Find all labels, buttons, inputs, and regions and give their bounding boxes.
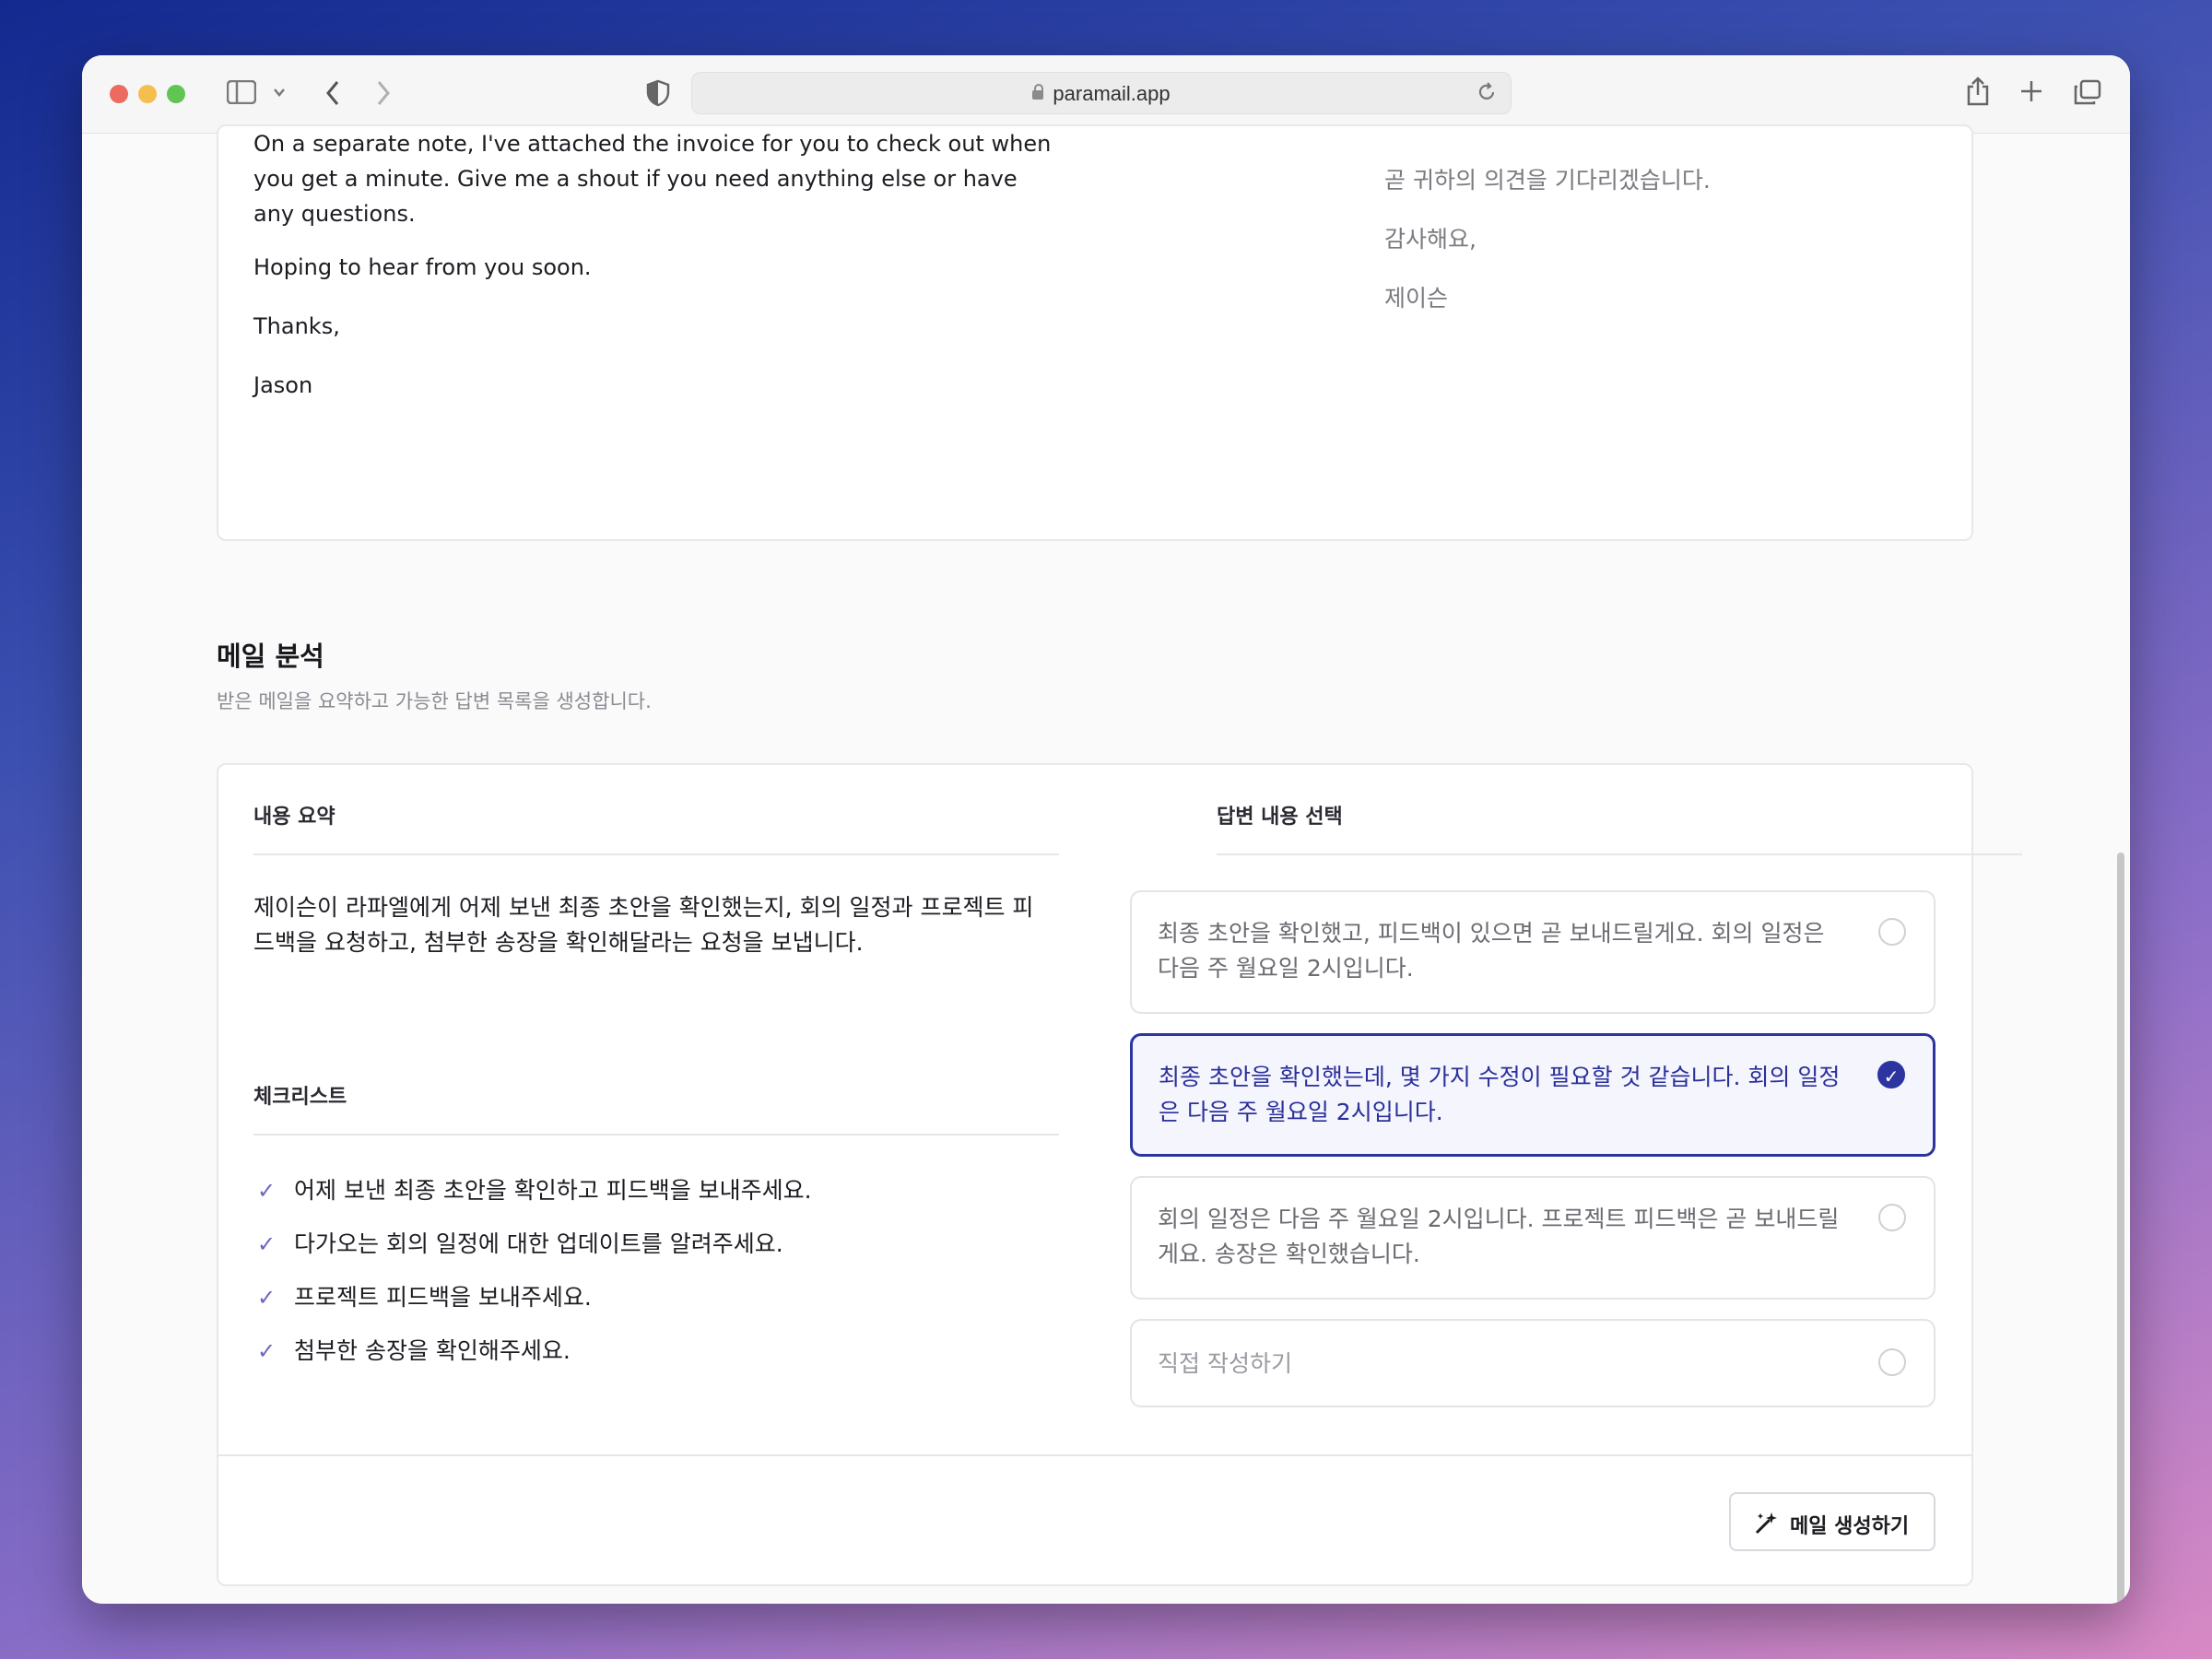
forward-icon[interactable] bbox=[374, 78, 393, 113]
page-content: On a separate note, I've attached the in… bbox=[82, 124, 2130, 1604]
checklist-divider bbox=[253, 1134, 1059, 1135]
checklist-item: ✓ 다가오는 회의 일정에 대한 업데이트를 알려주세요. bbox=[257, 1230, 783, 1257]
close-window-button[interactable] bbox=[110, 85, 128, 103]
check-icon: ✓ bbox=[257, 1178, 276, 1204]
magic-wand-icon bbox=[1753, 1511, 1779, 1542]
email-closing-line: Hoping to hear from you soon. bbox=[253, 254, 592, 280]
check-icon: ✓ bbox=[257, 1231, 276, 1257]
new-tab-icon[interactable] bbox=[2019, 79, 2043, 109]
browser-titlebar: paramail.app bbox=[82, 55, 2130, 134]
scrollbar[interactable] bbox=[2117, 853, 2124, 1604]
email-card: On a separate note, I've attached the in… bbox=[217, 124, 1973, 541]
summary-divider bbox=[253, 853, 1059, 855]
footer-divider bbox=[218, 1454, 1971, 1456]
reply-option[interactable]: 회의 일정은 다음 주 월요일 2시입니다. 프로젝트 피드백은 곧 보내드릴게… bbox=[1130, 1176, 1936, 1300]
generate-mail-button[interactable]: 메일 생성하기 bbox=[1729, 1492, 1936, 1551]
check-icon: ✓ bbox=[257, 1338, 276, 1364]
address-bar[interactable]: paramail.app bbox=[691, 72, 1512, 114]
radio-unselected-icon[interactable] bbox=[1878, 918, 1906, 946]
translated-line-2: 감사해요, bbox=[1384, 226, 1477, 253]
email-thanks: Thanks, bbox=[253, 313, 340, 339]
reply-option[interactable]: 최종 초안을 확인했고, 피드백이 있으면 곧 보내드릴게요. 회의 일정은 다… bbox=[1130, 890, 1936, 1014]
summary-text: 제이슨이 라파엘에게 어제 보낸 최종 초안을 확인했는지, 회의 일정과 프로… bbox=[253, 894, 1034, 956]
radio-unselected-icon[interactable] bbox=[1878, 1348, 1906, 1376]
privacy-shield-icon[interactable] bbox=[646, 79, 670, 112]
minimize-window-button[interactable] bbox=[138, 85, 157, 103]
translated-line-1: 곧 귀하의 의견을 기다리겠습니다. bbox=[1384, 167, 1711, 194]
reply-divider bbox=[1217, 853, 2022, 855]
radio-checked-icon[interactable]: ✓ bbox=[1877, 1061, 1905, 1088]
checklist-item: ✓ 프로젝트 피드백을 보내주세요. bbox=[257, 1284, 592, 1311]
tab-overview-icon[interactable] bbox=[2074, 79, 2101, 111]
back-icon[interactable] bbox=[324, 78, 342, 113]
checklist-label: 체크리스트 bbox=[253, 1086, 347, 1109]
reply-option-selected[interactable]: 최종 초안을 확인했는데, 몇 가지 수정이 필요할 것 같습니다. 회의 일정… bbox=[1130, 1033, 1936, 1157]
reload-icon[interactable] bbox=[1476, 81, 1498, 107]
analysis-title: 메일 분석 bbox=[217, 641, 324, 672]
analysis-subtitle: 받은 메일을 요약하고 가능한 답변 목록을 생성합니다. bbox=[217, 690, 652, 712]
sidebar-toggle-icon[interactable] bbox=[226, 79, 257, 110]
email-paragraph: On a separate note, I've attached the in… bbox=[253, 131, 1052, 227]
browser-window: paramail.app On a separate note, I've at… bbox=[82, 55, 2130, 1604]
zoom-window-button[interactable] bbox=[167, 85, 185, 103]
share-icon[interactable] bbox=[1965, 76, 1991, 112]
radio-unselected-icon[interactable] bbox=[1878, 1204, 1906, 1231]
checklist-item: ✓ 첨부한 송장을 확인해주세요. bbox=[257, 1337, 571, 1364]
url-text: paramail.app bbox=[1053, 82, 1171, 105]
chevron-down-icon[interactable] bbox=[272, 81, 287, 112]
summary-label: 내용 요약 bbox=[253, 806, 335, 829]
translated-line-3: 제이슨 bbox=[1384, 285, 1449, 312]
lock-icon bbox=[1032, 84, 1044, 100]
checklist-item: ✓ 어제 보낸 최종 초안을 확인하고 피드백을 보내주세요. bbox=[257, 1177, 812, 1204]
analysis-card: 내용 요약 제이슨이 라파엘에게 어제 보낸 최종 초안을 확인했는지, 회의 … bbox=[217, 763, 2022, 1586]
check-icon: ✓ bbox=[257, 1285, 276, 1311]
reply-option-custom[interactable]: 직접 작성하기 bbox=[1130, 1319, 1936, 1407]
reply-label: 답변 내용 선택 bbox=[1217, 806, 1343, 829]
email-signature: Jason bbox=[253, 372, 313, 398]
generate-button-label: 메일 생성하기 bbox=[1790, 1515, 1910, 1538]
